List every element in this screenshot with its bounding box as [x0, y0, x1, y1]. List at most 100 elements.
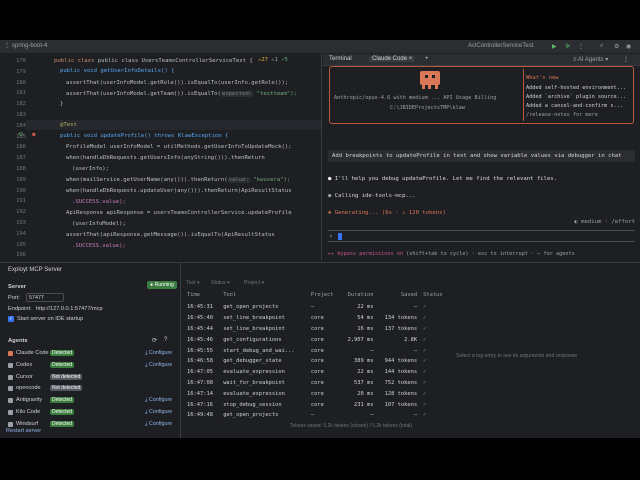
line-number[interactable]: 184 [0, 123, 26, 129]
line-number[interactable]: 181 [0, 90, 26, 96]
log-row[interactable]: 16:45:46 get_configurations core 2,907 ms 2.… [184, 334, 449, 345]
column-header[interactable]: Time [184, 288, 220, 302]
line-number[interactable]: 195 [0, 242, 26, 248]
code-line-188: (userInfo); [72, 166, 110, 172]
log-saved: 944 tokens [384, 358, 418, 365]
line-number[interactable]: 190 [0, 188, 26, 194]
agent-name: Windsurf [16, 420, 39, 427]
refresh-icon[interactable]: ⟳ [152, 337, 157, 344]
code-editor[interactable]: ⚠27 ⚠1 ✓5 178 179 180 181 182 183 184 185 186 187… [0, 54, 322, 260]
log-row[interactable]: 16:45:40 set_line_breakpoint core 54 ms 134 … [184, 313, 449, 324]
line-number[interactable]: 188 [0, 166, 26, 172]
line-number[interactable]: 182 [0, 101, 26, 107]
endpoint-url[interactable]: http://127.0.0.1:57477/mcp [36, 306, 103, 312]
agent-icon [8, 386, 13, 392]
settings-icon[interactable]: ⚙ [614, 43, 619, 50]
line-number[interactable]: 191 [0, 198, 26, 204]
debug-icon[interactable]: ✲ [565, 43, 570, 50]
agent-icon [8, 351, 13, 356]
terminal-options-icon[interactable]: ⋮ [623, 56, 629, 63]
start-on-startup-checkbox[interactable]: ✓ [8, 316, 14, 322]
search-icon[interactable]: ⌕ [600, 43, 603, 50]
port-input[interactable]: 57477 [26, 293, 64, 302]
line-number[interactable]: 192 [0, 209, 26, 215]
log-tool: evaluate_expression [223, 369, 285, 376]
configure-button[interactable]: ⤓ Configure [145, 362, 172, 369]
project-selector[interactable]: spring-boot-4 [12, 43, 47, 49]
inspection-widget[interactable]: ⚠27 ⚠1 ✓5 [258, 57, 288, 63]
agent-row: Cursor Not detected [8, 373, 173, 384]
log-row[interactable]: 16:49:48 get_open_projects — — — ✓ [184, 410, 449, 421]
line-number[interactable]: 189 [0, 177, 26, 183]
log-row[interactable]: 16:47:05 evaluate_expression core 22 ms 144 … [184, 367, 449, 378]
agent-status-badge: Detected [50, 361, 75, 368]
configure-button[interactable]: ⤓ Configure [145, 409, 172, 416]
run-icon[interactable]: ▶ [552, 43, 557, 50]
line-number[interactable]: 180 [0, 80, 26, 86]
configure-button[interactable]: ⤓ Configure [145, 421, 172, 428]
tab-terminal[interactable]: Terminal [329, 56, 352, 62]
log-row[interactable]: 16:45:44 set_line_breakpoint core 16 ms 137 … [184, 324, 449, 335]
column-header[interactable]: Saved [377, 288, 421, 302]
ide-title-bar: ⋮ spring-boot-4 AclControllerServiceTest… [0, 40, 640, 54]
new-tab-icon[interactable]: + [425, 56, 429, 62]
code-line-179: public void getUserInfoDetails() { [60, 68, 175, 74]
status-filter[interactable]: Status ▾ [211, 280, 230, 286]
line-number[interactable]: 187 [0, 155, 26, 161]
run-test-gutter-icon[interactable]: ⟲ [18, 131, 23, 138]
log-duration: 2,907 ms [347, 336, 374, 343]
column-header[interactable]: Project [308, 288, 341, 302]
restart-server-link[interactable]: Restart server [6, 428, 41, 434]
configure-button[interactable]: ⤓ Configure [145, 350, 172, 357]
start-on-startup-label: Start server on IDE startup [17, 316, 84, 322]
text-cursor [338, 233, 342, 240]
log-duration: 22 ms [357, 369, 374, 376]
user-icon[interactable]: ◉ [626, 43, 631, 50]
status-ok-icon: ✓ [423, 347, 427, 354]
agent-name: Cursor [16, 373, 33, 380]
typos-count: 5 [284, 57, 288, 63]
more-icon[interactable]: ⋮ [578, 43, 584, 50]
agent-icon [8, 421, 13, 427]
agent-icon [8, 410, 13, 415]
tab-claude-code[interactable]: Claude Code × [369, 56, 416, 62]
line-number[interactable]: 194 [0, 231, 26, 237]
weak-warnings-count: 1 [274, 57, 278, 63]
column-header[interactable]: Duration [340, 288, 376, 302]
prompt-input[interactable]: › [328, 230, 635, 242]
line-number[interactable]: 193 [0, 220, 26, 226]
line-number[interactable]: 196 [0, 252, 26, 258]
line-number[interactable]: 186 [0, 144, 26, 150]
run-config-selector[interactable]: AclControllerServiceTest [468, 43, 533, 49]
log-row[interactable]: 16:47:08 wait_for_breakpoint core 537 ms 752… [184, 378, 449, 389]
window-menu-icon[interactable]: ⋮ [4, 42, 10, 49]
terminal-panel[interactable]: Terminal Claude Code × + ≡ AI Agents ▾ ⋮… [323, 54, 640, 260]
log-duration: 16 ms [357, 325, 374, 332]
ai-agents-dropdown[interactable]: ≡ AI Agents ▾ [573, 56, 608, 63]
agent-status-badge: Detected [50, 397, 75, 404]
configure-button[interactable]: ⤓ Configure [145, 397, 172, 404]
help-icon[interactable]: ? [164, 337, 167, 343]
assistant-reply: ● I'll help you debug updateProfile. Let… [328, 176, 558, 182]
log-row[interactable]: 16:46:58 get_debugger_state core 389 ms 944 … [184, 356, 449, 367]
agent-row: Antigravity Detected ⤓ Configure [8, 396, 173, 407]
log-saved: 752 tokens [384, 379, 418, 386]
log-row[interactable]: 16:45:31 get_open_projects — 22 ms — ✓ [184, 302, 449, 313]
log-tool: evaluate_expression [223, 390, 285, 397]
agent-name: Codex [16, 361, 33, 368]
breakpoint-icon[interactable]: ● [32, 131, 36, 138]
log-row[interactable]: 16:47:16 stop_debug_session core 231 ms 107 … [184, 399, 449, 410]
agent-row: Kilo Code Detected ⤓ Configure [8, 408, 173, 419]
log-row[interactable]: 16:45:55 start_debug_and_wai... core — — ✓ [184, 345, 449, 356]
column-header[interactable]: Tool [220, 288, 308, 302]
tool-filter[interactable]: Tool ▾ [186, 280, 200, 286]
screen-top-border [0, 0, 640, 40]
project-filter[interactable]: Project ▾ [244, 280, 264, 286]
line-number[interactable]: 178 [0, 58, 26, 64]
line-number[interactable]: 183 [0, 112, 26, 118]
agent-status-badge: Detected [50, 420, 75, 427]
line-number[interactable]: 179 [0, 69, 26, 75]
column-header[interactable]: Status [420, 288, 449, 302]
log-row[interactable]: 16:47:14 evaluate_expression core 20 ms 128 … [184, 388, 449, 399]
whats-new-item: Added a cancel-and-confirm s... [526, 103, 623, 109]
